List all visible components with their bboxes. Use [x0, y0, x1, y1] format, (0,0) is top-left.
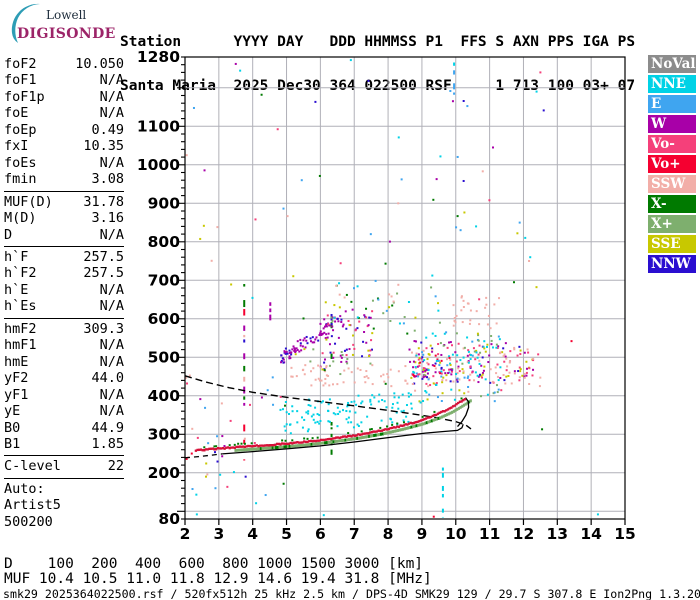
svg-text:12: 12: [513, 525, 535, 543]
svg-text:900: 900: [148, 194, 181, 212]
svg-text:1000: 1000: [137, 156, 180, 174]
ionogram-viewer: Lowell DIGISONDE Station YYYY DAY DDD HH…: [0, 0, 700, 600]
legend-item-w: W: [648, 115, 696, 133]
svg-text:200: 200: [148, 464, 181, 482]
legend-item-x: X-: [648, 195, 696, 213]
distance-row: D 100 200 400 600 800 1000 1500 3000 [km…: [4, 556, 424, 572]
svg-text:400: 400: [148, 387, 181, 405]
svg-text:600: 600: [148, 310, 181, 328]
legend-item-e: E: [648, 95, 696, 113]
svg-text:2: 2: [180, 525, 191, 543]
svg-text:300: 300: [148, 425, 181, 443]
legend-item-sse: SSE: [648, 235, 696, 253]
svg-text:5: 5: [281, 525, 292, 543]
svg-text:4: 4: [247, 525, 258, 543]
svg-text:14: 14: [580, 525, 602, 543]
svg-text:9: 9: [417, 525, 428, 543]
svg-text:6: 6: [315, 525, 326, 543]
svg-text:80: 80: [158, 510, 180, 528]
legend-item-ssw: SSW: [648, 175, 696, 193]
legend-item-nne: NNE: [648, 75, 696, 93]
svg-text:13: 13: [547, 525, 569, 543]
legend-item-nnw: NNW: [648, 255, 696, 273]
legend-item-x: X+: [648, 215, 696, 233]
legend-item-vo: Vo-: [648, 135, 696, 153]
doppler-legend: NoVal NNE E W Vo- Vo+ SSW X- X+ SSE NNW: [648, 55, 696, 275]
svg-text:1280: 1280: [137, 48, 180, 66]
svg-text:8: 8: [383, 525, 394, 543]
muf-row: MUF 10.4 10.5 11.0 11.8 12.9 14.6 19.4 3…: [4, 571, 432, 587]
status-bar: smk29_2025364022500.rsf / 520fx512h 25 k…: [3, 587, 700, 600]
svg-text:500: 500: [148, 348, 181, 366]
svg-text:11: 11: [479, 525, 501, 543]
svg-text:800: 800: [148, 233, 181, 251]
ionogram-plot: 1280 1100 1000 900 800 700 600 500 400 300 200 802 3…: [137, 48, 636, 543]
svg-text:700: 700: [148, 271, 181, 289]
svg-text:10: 10: [445, 525, 467, 543]
svg-text:1100: 1100: [137, 117, 180, 135]
legend-item-noval: NoVal: [648, 55, 696, 73]
legend-item-vo: Vo+: [648, 155, 696, 173]
svg-text:15: 15: [614, 525, 636, 543]
svg-text:3: 3: [213, 525, 224, 543]
svg-text:7: 7: [349, 525, 360, 543]
